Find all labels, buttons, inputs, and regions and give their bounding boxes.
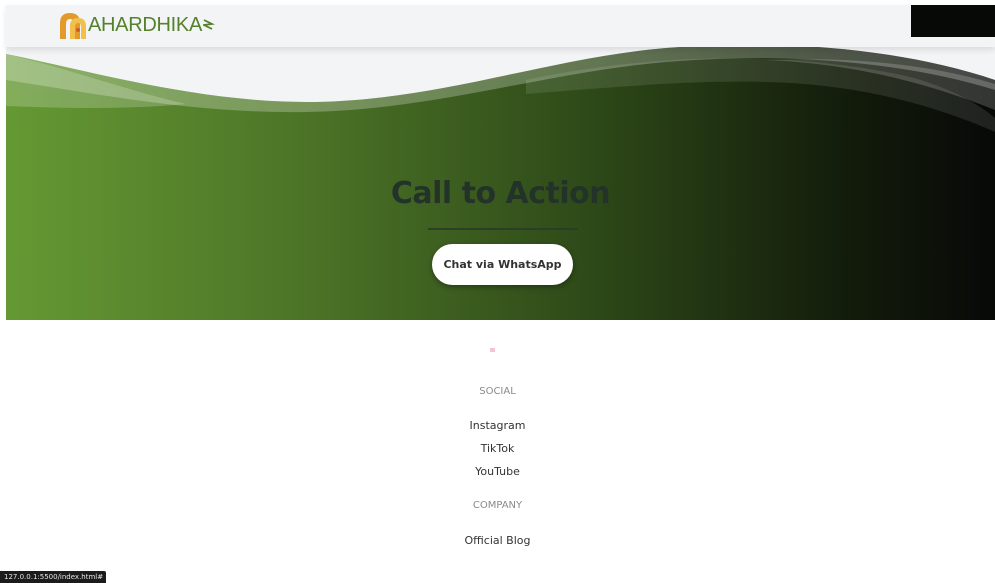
footer-link-official-blog[interactable]: Official Blog <box>0 534 995 547</box>
footer-heading-social: SOCIAL <box>479 386 516 397</box>
footer-heading-company: COMPANY <box>472 500 523 511</box>
site-footer: SOCIAL Instagram TikTok YouTube COMPANY … <box>0 320 995 583</box>
logo-arch-icon <box>60 13 86 39</box>
hero-wave-decoration <box>6 40 995 132</box>
cta-section: Call to Action Chat via WhatsApp <box>6 40 995 320</box>
logo-text: AHARDHIKA <box>88 14 202 36</box>
title-divider <box>428 228 578 230</box>
cta-title: Call to Action <box>390 176 611 211</box>
status-bar-url: 127.0.0.1:5500/index.html# <box>0 571 107 583</box>
header-menu-area[interactable] <box>911 5 995 37</box>
site-header: AHARDHIKA <box>6 5 995 47</box>
decorative-dot <box>490 348 495 352</box>
logo-leaf-icon <box>203 19 215 30</box>
footer-link-instagram[interactable]: Instagram <box>0 419 995 432</box>
footer-link-tiktok[interactable]: TikTok <box>0 442 995 455</box>
footer-link-youtube[interactable]: YouTube <box>0 465 995 478</box>
whatsapp-chat-button[interactable]: Chat via WhatsApp <box>432 244 573 285</box>
page: AHARDHIKA Call to Action Chat via WhatsA… <box>0 0 995 583</box>
brand-logo[interactable]: AHARDHIKA <box>58 11 215 39</box>
